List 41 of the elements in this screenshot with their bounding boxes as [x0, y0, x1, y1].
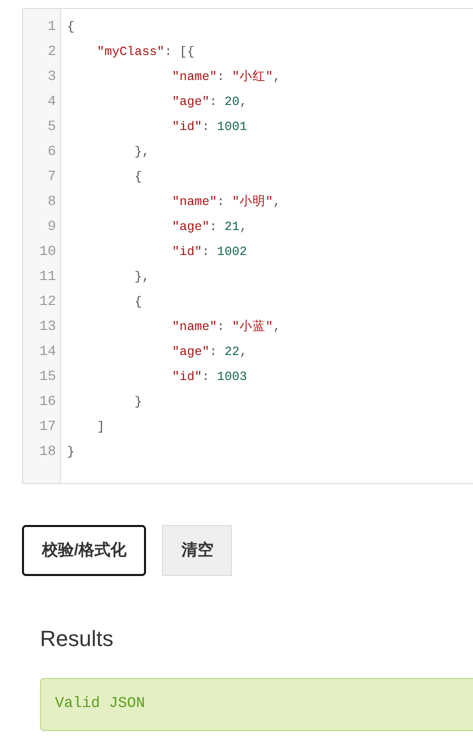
code-line: "age": 21, — [171, 219, 248, 236]
line-number: 1 — [46, 18, 57, 37]
code-line: "myClass": [{ — [96, 44, 196, 61]
code-line: }, — [134, 144, 151, 161]
line-number: 14 — [38, 343, 57, 362]
code-line: { — [67, 19, 76, 36]
validate-format-button[interactable]: 校验/格式化 — [22, 525, 146, 576]
code-line: "name": "小明", — [171, 194, 281, 211]
code-line: "id": 1001 — [171, 119, 248, 136]
code-line: }, — [134, 269, 151, 286]
results-heading: Results — [40, 626, 114, 652]
line-number: 5 — [46, 118, 57, 137]
code-line: { — [134, 169, 144, 186]
clear-button[interactable]: 清空 — [162, 525, 232, 576]
line-number: 4 — [46, 93, 57, 112]
code-line: ] — [96, 419, 106, 436]
validation-message: Valid JSON — [40, 678, 473, 732]
line-number: 2 — [46, 43, 57, 62]
code-line: { — [134, 294, 144, 311]
line-number: 9 — [46, 218, 57, 237]
line-number: 18 — [38, 443, 57, 462]
code-line: } — [67, 444, 76, 461]
code-line: "age": 22, — [171, 344, 248, 361]
line-number: 15 — [38, 368, 57, 387]
line-number: 7 — [46, 168, 57, 187]
line-number: 6 — [46, 143, 57, 162]
line-number: 8 — [46, 193, 57, 212]
line-number: 3 — [46, 68, 57, 87]
code-line: "id": 1002 — [171, 244, 248, 261]
code-editor[interactable]: 1 2 3 4 5 6 7 8 9 10 11 12 13 14 15 16 17 18 { "myClass": [{ "name": "小红", "age": 20, "id": 1001 }, { "name": "小明", "age": 21, "id": 1002 }, { "name": "小蓝", "age": 22, "id": 1003 } ] } — [22, 8, 473, 484]
line-number: 10 — [38, 243, 57, 262]
line-number: 13 — [38, 318, 57, 337]
line-number: 12 — [38, 293, 57, 312]
code-line: "age": 20, — [171, 94, 248, 111]
code-line: "name": "小蓝", — [171, 318, 281, 336]
line-number: 11 — [38, 268, 57, 287]
code-line: "id": 1003 — [171, 369, 248, 386]
line-number: 17 — [38, 418, 57, 437]
line-number: 16 — [38, 393, 57, 412]
code-line: } — [134, 394, 144, 411]
code-line: "name": "小红", — [171, 68, 281, 86]
